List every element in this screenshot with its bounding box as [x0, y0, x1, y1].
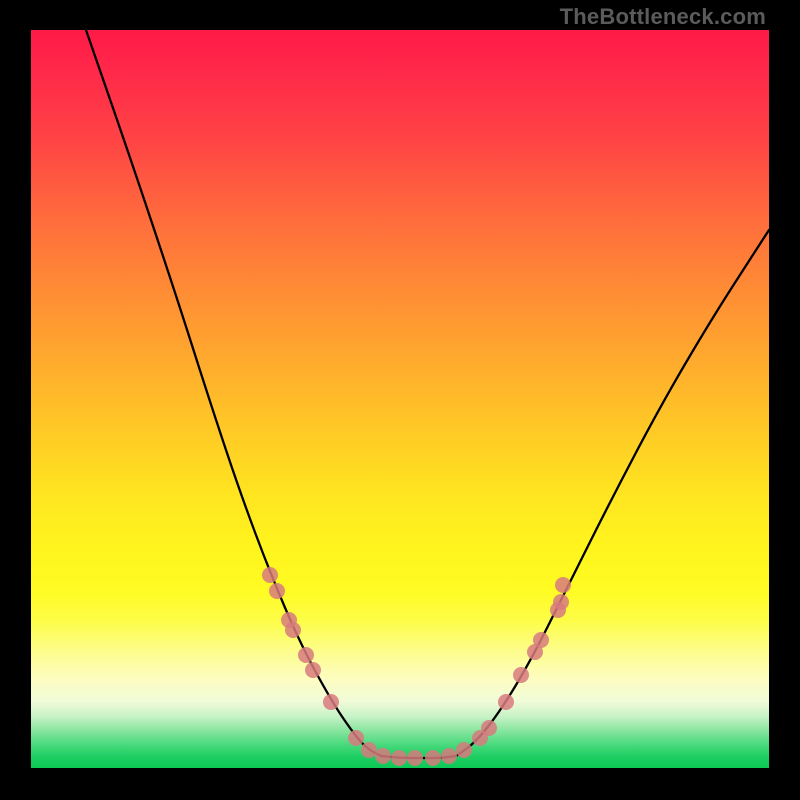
data-marker [553, 594, 569, 610]
data-marker [375, 748, 391, 764]
data-marker [285, 622, 301, 638]
curve-layer [31, 30, 769, 768]
data-marker [391, 750, 407, 766]
data-marker [513, 667, 529, 683]
data-marker [348, 730, 364, 746]
data-marker [323, 694, 339, 710]
data-marker [305, 662, 321, 678]
data-marker [456, 742, 472, 758]
data-marker [481, 720, 497, 736]
data-marker [298, 647, 314, 663]
data-marker [533, 632, 549, 648]
chart-frame: TheBottleneck.com [0, 0, 800, 800]
data-marker [425, 750, 441, 766]
data-marker [361, 742, 377, 758]
data-marker [407, 750, 423, 766]
data-marker [498, 694, 514, 710]
data-marker [441, 748, 457, 764]
watermark-text: TheBottleneck.com [560, 4, 766, 30]
data-marker [269, 583, 285, 599]
bottleneck-curve [86, 30, 769, 758]
data-marker [555, 577, 571, 593]
data-marker [262, 567, 278, 583]
plot-area [31, 30, 769, 768]
